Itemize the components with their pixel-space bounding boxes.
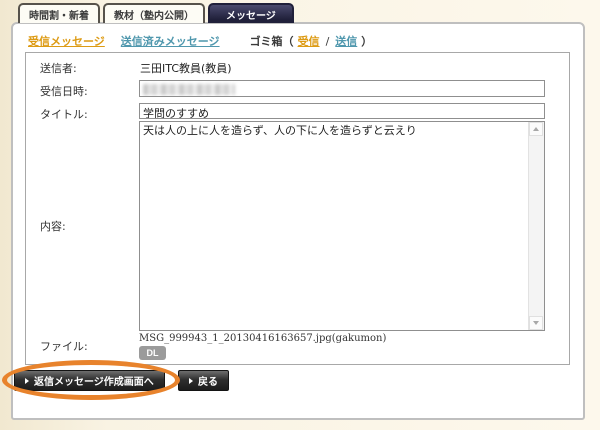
title-label: タイトル: xyxy=(40,106,88,122)
trash-inbox-link[interactable]: 受信 xyxy=(298,33,320,49)
reply-message-button[interactable]: 返信メッセージ作成画面へ xyxy=(14,370,165,391)
download-button[interactable]: DL xyxy=(139,346,166,360)
tab-materials[interactable]: 教材（塾内公開） xyxy=(103,3,205,23)
sent-messages-link[interactable]: 送信済みメッセージ xyxy=(121,33,220,49)
message-detail-form: 送信者: 三田ITC教員(教員) 受信日時: タイトル: 学問のすすめ 内容: … xyxy=(25,52,570,365)
message-body-text: 天は人の上に人を造らず、人の下に人を造らずと云えり xyxy=(143,124,526,138)
inbox-messages-link[interactable]: 受信メッセージ xyxy=(28,33,105,49)
scroll-down-icon[interactable] xyxy=(529,316,543,330)
back-button-label: 戻る xyxy=(198,373,218,388)
sender-label: 送信者: xyxy=(40,60,77,76)
back-button[interactable]: 戻る xyxy=(178,370,229,391)
title-input[interactable]: 学問のすすめ xyxy=(139,103,545,119)
body-label: 内容: xyxy=(40,218,66,234)
trash-sent-link[interactable]: 送信 xyxy=(335,33,357,49)
trash-separator: / xyxy=(326,35,330,48)
tab-timetable-new[interactable]: 時間割・新着 xyxy=(18,3,100,23)
received-date-label: 受信日時: xyxy=(40,83,88,99)
textarea-scrollbar[interactable] xyxy=(528,122,544,330)
tab-messages[interactable]: メッセージ xyxy=(208,3,294,23)
sender-value: 三田ITC教員(教員) xyxy=(140,60,232,76)
message-nav: 受信メッセージ 送信済みメッセージ ゴミ箱（ 受信 / 送信 ） xyxy=(28,33,372,49)
trash-label-close: ） xyxy=(361,33,372,49)
attachment-filename: MSG_999943_1_20130416163657.jpg(gakumon) xyxy=(139,333,386,344)
file-label: ファイル: xyxy=(40,338,88,354)
tab-bar: 時間割・新着 教材（塾内公開） メッセージ xyxy=(18,3,294,23)
arrow-right-icon xyxy=(25,378,29,384)
arrow-right-icon xyxy=(189,378,193,384)
trash-label: ゴミ箱（ xyxy=(250,33,294,49)
scroll-up-icon[interactable] xyxy=(529,122,543,136)
page-background: 時間割・新着 教材（塾内公開） メッセージ 受信メッセージ 送信済みメッセージ … xyxy=(0,0,600,430)
reply-message-button-label: 返信メッセージ作成画面へ xyxy=(34,373,154,388)
redacted-date-value xyxy=(143,84,235,95)
message-body-textarea[interactable]: 天は人の上に人を造らず、人の下に人を造らずと云えり xyxy=(139,121,545,331)
received-date-input[interactable] xyxy=(139,80,545,97)
